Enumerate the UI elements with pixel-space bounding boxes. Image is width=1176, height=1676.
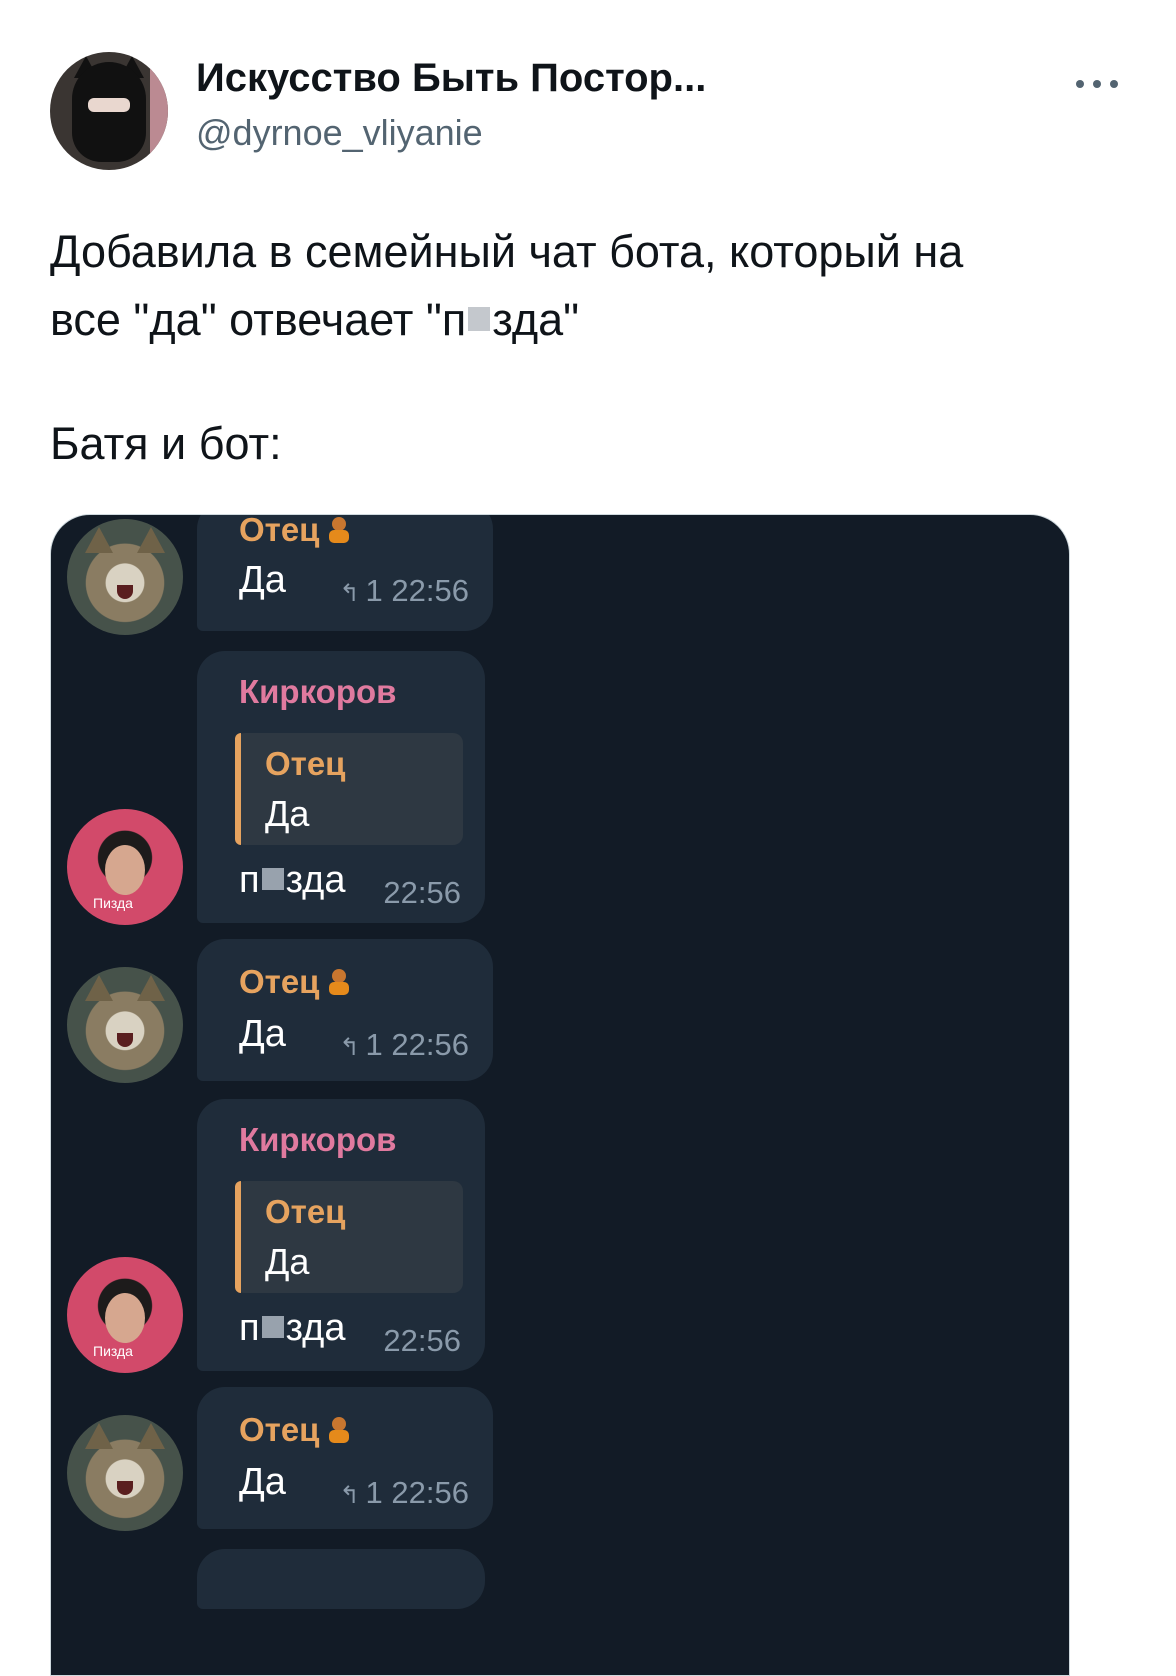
kirkorov-avatar: Пизда [67, 1257, 183, 1373]
reply-quote[interactable]: Отец Да [235, 733, 463, 845]
message-meta: ↰ 1 22:56 [339, 1027, 469, 1063]
chat-message: Отец Да ↰ 1 22:56 [51, 515, 1069, 635]
tweet-text-line: все "да" отвечает "п зда" [50, 286, 1120, 354]
message-text: Да [239, 559, 286, 601]
censor-mask [261, 1316, 284, 1338]
message-time: 22:56 [383, 1323, 461, 1358]
chat-message: Пизда Киркоров Отец Да п зда 22:56 [51, 651, 1069, 925]
cat-avatar [67, 519, 183, 635]
message-time: 22:56 [391, 1027, 469, 1062]
message-text-part: п [239, 859, 260, 901]
quote-text: Да [265, 793, 310, 834]
message-bubble: Отец Да ↰ 1 22:56 [197, 939, 493, 1081]
message-meta: ↰ 1 22:56 [339, 1475, 469, 1511]
cat-avatar [67, 1415, 183, 1531]
praying-emoji-icon [329, 1417, 350, 1443]
sender-name: Отец [239, 1411, 355, 1449]
reply-count: 1 [365, 1027, 383, 1062]
reply-count: 1 [365, 573, 383, 608]
quote-sender: Отец [265, 1193, 346, 1230]
kirkorov-avatar: Пизда [67, 809, 183, 925]
avatar-caption: Пизда [93, 895, 133, 911]
message-bubble: Киркоров Отец Да п зда 22:56 [197, 1099, 485, 1371]
reply-icon: ↰ [339, 1034, 360, 1061]
message-meta: ↰ 1 22:56 [339, 573, 469, 609]
reply-icon: ↰ [339, 1482, 360, 1509]
message-text: Да [239, 1013, 286, 1055]
sender-name: Отец [239, 963, 355, 1001]
message-bubble: Киркоров Отец Да п зда 22:56 [197, 651, 485, 923]
sender-name: Киркоров [239, 1121, 397, 1158]
censor-mask [261, 868, 284, 890]
message-bubble: Отец Да ↰ 1 22:56 [197, 1387, 493, 1529]
message-bubble: Отец Да ↰ 1 22:56 [197, 515, 493, 631]
tweet-text-part: все "да" отвечает "п [50, 294, 467, 345]
message-text-part: зда [285, 859, 346, 901]
chat-message: Пизда Киркоров Отец Да п зда 22:56 [51, 1099, 1069, 1373]
chat-screenshot[interactable]: Отец Да ↰ 1 22:56 Пизда Киркоров Отец Да … [50, 514, 1070, 1676]
message-text: Да [239, 1461, 286, 1503]
message-text-part: п [239, 1307, 260, 1349]
sender-name: Отец [239, 515, 355, 549]
message-time: 22:56 [391, 573, 469, 608]
censor-mask [468, 307, 491, 331]
message-bubble-partial [197, 1549, 485, 1609]
avatar-caption: Пизда [93, 1343, 133, 1359]
chat-message: Отец Да ↰ 1 22:56 [51, 939, 1069, 1083]
message-text: п зда [239, 859, 345, 902]
tweet-header: Искусство Быть Постор... @dyrnoe_vliyani… [50, 52, 1126, 172]
tweet-text-line: Добавила в семейный чат бота, который на [50, 226, 964, 277]
praying-emoji-icon [329, 517, 350, 543]
author-name[interactable]: Искусство Быть Постор... [196, 56, 706, 101]
message-text: п зда [239, 1307, 345, 1350]
message-time: 22:56 [391, 1475, 469, 1510]
cat-avatar [67, 967, 183, 1083]
tweet-text: Добавила в семейный чат бота, который на… [50, 218, 1120, 478]
tweet-text-part: зда" [492, 294, 580, 345]
author-handle[interactable]: @dyrnoe_vliyanie [196, 112, 483, 154]
reply-icon: ↰ [339, 580, 360, 607]
chat-message: Отец Да ↰ 1 22:56 [51, 1387, 1069, 1531]
quote-text: Да [265, 1241, 310, 1282]
reply-quote[interactable]: Отец Да [235, 1181, 463, 1293]
tweet-text-line: Батя и бот: [50, 418, 282, 469]
more-options-icon[interactable] [1076, 74, 1118, 94]
sender-name: Киркоров [239, 673, 397, 710]
message-text-part: зда [285, 1307, 346, 1349]
message-time: 22:56 [383, 875, 461, 910]
author-avatar[interactable] [50, 52, 168, 170]
reply-count: 1 [365, 1475, 383, 1510]
quote-sender: Отец [265, 745, 346, 782]
praying-emoji-icon [329, 969, 350, 995]
